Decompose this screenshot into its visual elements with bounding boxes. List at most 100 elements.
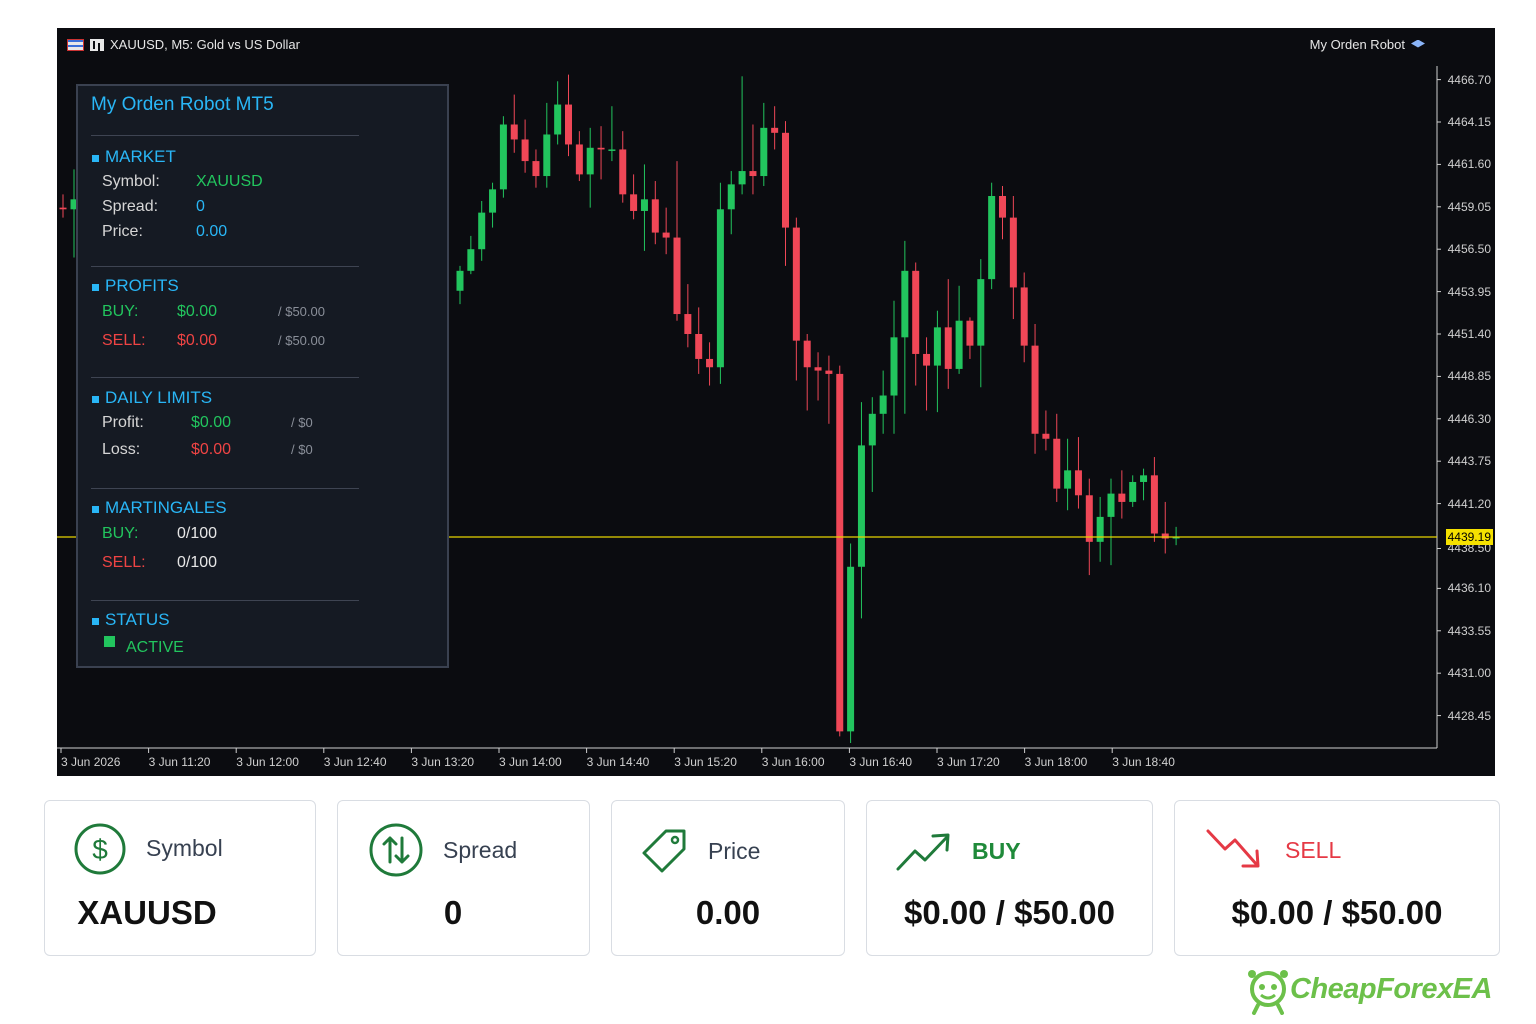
bullet-icon bbox=[92, 396, 99, 403]
profit-buy-value: $0.00 bbox=[177, 303, 218, 320]
mascot-logo-icon bbox=[1248, 970, 1288, 1015]
card-value: 0.00 bbox=[695, 894, 761, 931]
candle-body bbox=[619, 149, 627, 195]
candle-body bbox=[868, 413, 876, 446]
expert-cap-icon[interactable] bbox=[1411, 39, 1425, 48]
candle-body bbox=[554, 104, 562, 135]
time-tick-label: 3 Jun 13:20 bbox=[411, 755, 475, 769]
candle-body bbox=[738, 171, 746, 185]
candle-body bbox=[771, 127, 779, 133]
candle-body bbox=[1129, 481, 1137, 502]
bullet-icon bbox=[92, 284, 99, 291]
price-tick-label: 4433.55 bbox=[1447, 623, 1491, 638]
martingale-sell-label: SELL: bbox=[102, 554, 146, 571]
profit-buy-limit: / $50.00 bbox=[278, 304, 325, 319]
time-tick-label: 3 Jun 16:00 bbox=[761, 755, 825, 769]
candle-body bbox=[847, 566, 855, 732]
daily-profit-limit: / $0 bbox=[291, 415, 313, 430]
candle-body bbox=[1085, 495, 1093, 542]
price-tick-label: 4466.70 bbox=[1447, 72, 1491, 87]
candle-body bbox=[1074, 470, 1082, 496]
candle-body bbox=[912, 270, 920, 354]
divider bbox=[91, 135, 359, 136]
swap-arrows-icon bbox=[369, 823, 423, 877]
martingale-buy-label: BUY: bbox=[102, 525, 139, 542]
price-tick-label: 4436.10 bbox=[1447, 581, 1491, 596]
candle-body bbox=[977, 279, 985, 346]
candle-body bbox=[662, 232, 670, 238]
status-header: STATUS bbox=[92, 610, 170, 630]
candle-body bbox=[1031, 345, 1039, 434]
price-tag-icon bbox=[642, 829, 686, 873]
candle-body bbox=[640, 199, 648, 211]
symbol-table-icon[interactable] bbox=[67, 38, 84, 51]
candle-body bbox=[510, 124, 518, 140]
time-tick-label: 3 Jun 15:20 bbox=[674, 755, 737, 769]
martingales-header: MARTINGALES bbox=[92, 498, 227, 518]
candle-body bbox=[467, 249, 475, 271]
price-tick-label: 4448.85 bbox=[1447, 369, 1491, 384]
card-spread: Spread 0 bbox=[337, 800, 590, 956]
candle-body bbox=[803, 340, 811, 368]
candle-body bbox=[966, 320, 974, 346]
price-tick-label: 4459.05 bbox=[1447, 199, 1491, 214]
divider bbox=[91, 377, 359, 378]
price-tick-label: 4446.30 bbox=[1447, 411, 1491, 426]
robot-panel: My Orden Robot MT5 MARKET Symbol: XAUUSD… bbox=[76, 84, 449, 668]
price-tick-label: 4464.15 bbox=[1447, 115, 1491, 129]
candle-body bbox=[478, 212, 486, 250]
divider bbox=[91, 488, 359, 489]
candle-body bbox=[727, 184, 735, 210]
card-price: Price 0.00 bbox=[611, 800, 845, 956]
candle-body bbox=[543, 134, 551, 177]
spread-label: Spread: bbox=[102, 198, 159, 215]
candle-body bbox=[684, 314, 692, 334]
card-value: $0.00 / $50.00 bbox=[1231, 894, 1443, 931]
candle-body bbox=[597, 147, 605, 150]
symbol-value: XAUUSD bbox=[196, 173, 263, 190]
martingale-buy-value: 0/100 bbox=[177, 525, 218, 542]
daily-profit-value: $0.00 bbox=[191, 414, 232, 431]
price-tick-label: 4461.60 bbox=[1447, 157, 1491, 172]
profit-sell-value: $0.00 bbox=[177, 332, 218, 349]
candle-body bbox=[1020, 287, 1028, 346]
candle-body bbox=[792, 227, 800, 341]
symbol-label: Symbol: bbox=[102, 173, 160, 190]
candle-body bbox=[565, 104, 572, 145]
time-tick-label: 3 Jun 11:20 bbox=[148, 755, 211, 769]
time-tick-label: 3 Jun 16:40 bbox=[849, 755, 913, 769]
bullet-icon bbox=[92, 618, 99, 625]
daily-profit-label: Profit: bbox=[102, 414, 144, 431]
status-indicator-icon bbox=[104, 636, 115, 647]
price-value: 0.00 bbox=[196, 223, 228, 240]
card-label: Spread bbox=[443, 837, 518, 863]
candle-body bbox=[749, 171, 757, 177]
candle-body bbox=[706, 358, 714, 368]
price-tick-label: 4456.50 bbox=[1447, 242, 1491, 257]
candle-body bbox=[586, 147, 594, 175]
card-label: Price bbox=[708, 838, 761, 864]
spread-value: 0 bbox=[196, 198, 205, 215]
bullet-icon bbox=[92, 506, 99, 513]
panel-title: My Orden Robot MT5 bbox=[91, 94, 274, 115]
price-label: Price: bbox=[102, 223, 143, 240]
daily-loss-limit: / $0 bbox=[291, 442, 313, 457]
candle-body bbox=[1053, 438, 1061, 489]
trend-up-icon bbox=[896, 833, 950, 871]
daily-limits-header: DAILY LIMITS bbox=[92, 388, 212, 408]
candle-body bbox=[1150, 475, 1158, 534]
candle-body bbox=[944, 327, 952, 369]
trend-down-icon bbox=[1206, 829, 1260, 868]
card-sell: SELL $0.00 / $50.00 bbox=[1174, 800, 1500, 956]
chart-window[interactable]: XAUUSD, M5: Gold vs US Dollar My Orden R… bbox=[57, 28, 1495, 776]
profit-sell-limit: / $50.00 bbox=[278, 333, 325, 348]
profits-header: PROFITS bbox=[92, 276, 179, 296]
price-tick-label: 4431.00 bbox=[1447, 666, 1491, 681]
divider bbox=[91, 266, 359, 267]
martingale-sell-value: 0/100 bbox=[177, 554, 218, 571]
chart-type-icon[interactable] bbox=[90, 38, 104, 51]
candle-body bbox=[456, 270, 464, 291]
time-tick-label: 3 Jun 12:00 bbox=[236, 755, 299, 769]
candle-body bbox=[901, 270, 909, 338]
chart-title-bar: XAUUSD, M5: Gold vs US Dollar My Orden R… bbox=[57, 28, 1495, 58]
